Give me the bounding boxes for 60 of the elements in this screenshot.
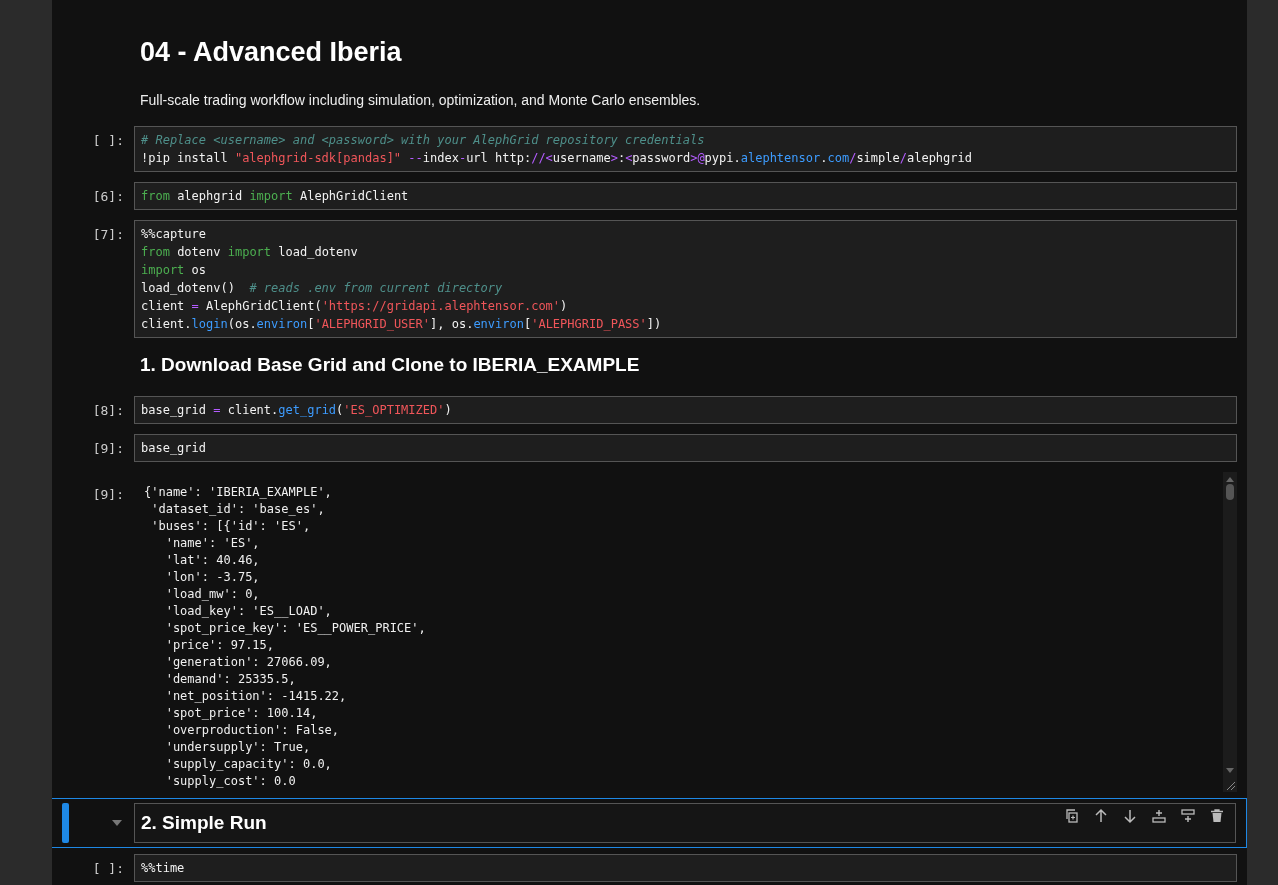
output-line: 'supply_cost': 0.0 bbox=[164, 773, 297, 790]
scrollbar[interactable] bbox=[1223, 472, 1237, 792]
output-line: 'load_key': 'ES__LOAD', bbox=[164, 603, 333, 620]
output-line: {'name': 'IBERIA_EXAMPLE', bbox=[144, 484, 333, 501]
cell-prompt: [8]: bbox=[91, 402, 125, 420]
code-line: import os bbox=[141, 262, 208, 279]
insert-below-icon[interactable] bbox=[1180, 808, 1196, 824]
scroll-up-icon[interactable] bbox=[1225, 476, 1235, 482]
code-line: # Replace <username> and <password> with your AlephGrid repository credentials bbox=[141, 132, 706, 149]
output-prompt: [9]: bbox=[91, 486, 125, 504]
output-line: 'supply_capacity': 0.0, bbox=[164, 756, 333, 773]
section-heading: 2. Simple Run bbox=[141, 811, 267, 835]
insert-above-icon[interactable] bbox=[1151, 808, 1167, 824]
output-line: 'generation': 27066.09, bbox=[164, 654, 333, 671]
output-line: 'lon': -3.75, bbox=[164, 569, 261, 586]
output-line: 'spot_price': 100.14, bbox=[164, 705, 319, 722]
caret-icon[interactable] bbox=[111, 819, 123, 827]
code-cell[interactable]: # Replace <username> and <password> with your AlephGrid repository credentials !pip install "alephgrid-sdk[pandas]" --index-url http://<username>:<password>@pypi.alephtensor.com/simple/alephgrid bbox=[134, 126, 1237, 172]
output-line: 'dataset_id': 'base_es', bbox=[150, 501, 326, 518]
arrow-up-icon[interactable] bbox=[1093, 808, 1109, 824]
scrollbar-thumb[interactable] bbox=[1226, 484, 1234, 500]
notebook-title: 04 - Advanced Iberia bbox=[140, 36, 403, 68]
code-line: !pip install "alephgrid-sdk[pandas]" --index-url http://<username>:<password>@pypi.alephtensor.com/simple/alephgrid bbox=[141, 150, 973, 167]
code-cell[interactable]: base_grid = client.get_grid('ES_OPTIMIZED') bbox=[134, 396, 1237, 424]
code-line: from alephgrid import AlephGridClient bbox=[141, 188, 410, 205]
code-cell[interactable]: from alephgrid import AlephGridClient bbox=[134, 182, 1237, 210]
trash-icon[interactable] bbox=[1209, 808, 1225, 824]
output-line: 'buses': [{'id': 'ES', bbox=[150, 518, 312, 535]
cell-prompt: [ ]: bbox=[91, 860, 125, 878]
code-cell[interactable] bbox=[134, 220, 1237, 338]
output-line: 'undersupply': True, bbox=[164, 739, 312, 756]
code-cell[interactable]: base_grid bbox=[134, 434, 1237, 462]
code-line: base_grid bbox=[141, 440, 208, 457]
output-line: 'overproduction': False, bbox=[164, 722, 341, 739]
code-line: %%time bbox=[141, 860, 186, 877]
cell-prompt: [6]: bbox=[91, 188, 125, 206]
output-line: 'demand': 25335.5, bbox=[164, 671, 297, 688]
output-line: 'lat': 40.46, bbox=[164, 552, 261, 569]
output-line: 'load_mw': 0, bbox=[164, 586, 261, 603]
scroll-down-icon[interactable] bbox=[1225, 768, 1235, 774]
arrow-down-icon[interactable] bbox=[1122, 808, 1138, 824]
intro-text: Full-scale trading workflow including simulation, optimization, and Monte Carlo ensembles. bbox=[140, 91, 702, 110]
output-line: 'spot_price_key': 'ES__POWER_PRICE', bbox=[164, 620, 427, 637]
code-line: client = AlephGridClient('https://gridapi.alephtensor.com') bbox=[141, 298, 569, 315]
code-cell[interactable]: %%time bbox=[134, 854, 1237, 882]
code-line: from dotenv import load_dotenv bbox=[141, 244, 359, 261]
duplicate-icon[interactable] bbox=[1064, 808, 1080, 824]
output-line: 'name': 'ES', bbox=[164, 535, 261, 552]
output-line: 'price': 97.15, bbox=[164, 637, 276, 654]
output-line: 'net_position': -1415.22, bbox=[164, 688, 348, 705]
code-line: %%capture bbox=[141, 226, 208, 243]
cell-prompt: [9]: bbox=[91, 440, 125, 458]
code-line: load_dotenv() # reads .env from current directory bbox=[141, 280, 504, 297]
resize-grip-icon[interactable] bbox=[1224, 779, 1236, 791]
code-line: base_grid = client.get_grid('ES_OPTIMIZED') bbox=[141, 402, 453, 419]
code-line: client.login(os.environ['ALEPHGRID_USER'], os.environ['ALEPHGRID_PASS']) bbox=[141, 316, 663, 333]
cell-prompt: [ ]: bbox=[91, 132, 125, 150]
selection-bar bbox=[62, 803, 69, 843]
section-heading: 1. Download Base Grid and Clone to IBERIA_EXAMPLE bbox=[140, 353, 641, 377]
cell-prompt: [7]: bbox=[91, 226, 125, 244]
